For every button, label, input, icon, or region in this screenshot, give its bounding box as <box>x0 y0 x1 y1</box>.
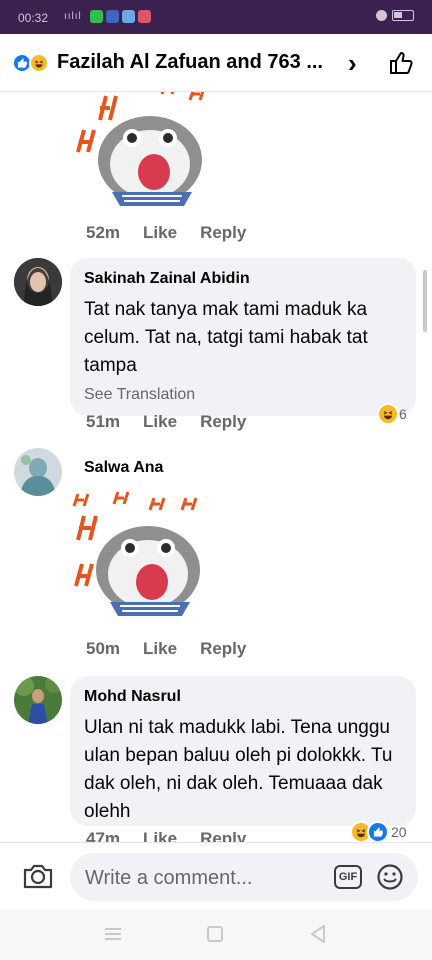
see-translation-link[interactable]: See Translation <box>84 386 402 404</box>
header-reactions[interactable] <box>12 52 54 74</box>
comment-meta: 51m Like Reply <box>86 412 246 432</box>
comment-text: Ulan ni tak madukk labi. Tena unggu ulan… <box>84 717 393 822</box>
battery-icon <box>392 10 414 21</box>
comment-time: 52m <box>86 223 121 242</box>
comment-bubble[interactable]: Sakinah Zainal Abidin Tat nak tanya mak … <box>70 258 416 416</box>
back-icon[interactable] <box>309 924 327 944</box>
menu-icon[interactable] <box>104 926 122 942</box>
reaction-count-text: 6 <box>399 406 407 422</box>
comment-time: 47m <box>86 829 121 842</box>
comment-meta: 52m Like Reply <box>86 223 246 243</box>
comment-time: 50m <box>86 639 121 658</box>
reaction-count[interactable]: 20 <box>350 821 407 842</box>
avatar[interactable] <box>14 258 62 306</box>
avatar[interactable] <box>14 676 62 724</box>
like-link[interactable]: Like <box>143 223 177 243</box>
comment-meta: 47m Like Reply <box>86 829 246 842</box>
comment-bubble[interactable]: Mohd Nasrul Ulan ni tak madukk labi. Ten… <box>70 676 416 826</box>
like-thumb-icon[interactable] <box>386 48 416 78</box>
comment-author[interactable]: Mohd Nasrul <box>84 688 402 706</box>
reply-link[interactable]: Reply <box>200 223 246 243</box>
camera-icon[interactable] <box>22 862 54 890</box>
comment-input[interactable]: Write a comment... GIF <box>70 853 418 901</box>
comment-author[interactable]: Sakinah Zainal Abidin <box>84 270 402 288</box>
haha-cat-sticker <box>72 491 200 616</box>
comment-composer: Write a comment... GIF <box>0 842 432 910</box>
status-time: 00:32 <box>18 11 49 25</box>
comments-feed[interactable]: 52m Like Reply Sakinah Zainal Abidin Tat… <box>0 92 432 842</box>
chevron-right-icon[interactable]: › <box>348 48 357 79</box>
reaction-count[interactable]: 6 <box>377 403 407 425</box>
haha-reaction-icon <box>29 53 49 73</box>
system-nav-bar <box>0 910 432 960</box>
like-reaction-icon <box>367 821 389 842</box>
comment-time: 51m <box>86 412 121 431</box>
reaction-count-text: 20 <box>391 824 407 840</box>
avatar[interactable] <box>14 448 62 496</box>
scrollbar[interactable] <box>423 270 427 332</box>
comment-input-placeholder: Write a comment... <box>85 867 253 889</box>
emoji-icon[interactable] <box>376 863 404 891</box>
gif-button[interactable]: GIF <box>334 865 362 889</box>
app-icon <box>138 10 151 23</box>
home-icon[interactable] <box>207 926 223 942</box>
like-link[interactable]: Like <box>143 639 177 659</box>
whatsapp-icon <box>90 10 103 23</box>
haha-cat-sticker <box>76 92 205 206</box>
like-link[interactable]: Like <box>143 412 177 432</box>
reply-link[interactable]: Reply <box>200 639 246 659</box>
alarm-icon <box>376 10 387 21</box>
reply-link[interactable]: Reply <box>200 829 246 842</box>
phone-icon <box>122 10 135 23</box>
facebook-icon <box>106 10 119 23</box>
reply-link[interactable]: Reply <box>200 412 246 432</box>
signal-icon: ıılıl <box>64 11 82 22</box>
header-title[interactable]: Fazilah Al Zafuan and 763 ... <box>57 51 323 74</box>
notification-icons <box>90 10 151 23</box>
comment-meta: 50m Like Reply <box>86 639 246 659</box>
like-link[interactable]: Like <box>143 829 177 842</box>
status-bar: 00:32 ıılıl <box>0 0 432 34</box>
haha-reaction-icon <box>377 403 399 425</box>
comment-author[interactable]: Salwa Ana <box>84 459 163 477</box>
comment-text: Tat nak tanya mak tami maduk ka celum. T… <box>84 299 368 376</box>
reactions-header: Fazilah Al Zafuan and 763 ... › <box>0 34 432 92</box>
